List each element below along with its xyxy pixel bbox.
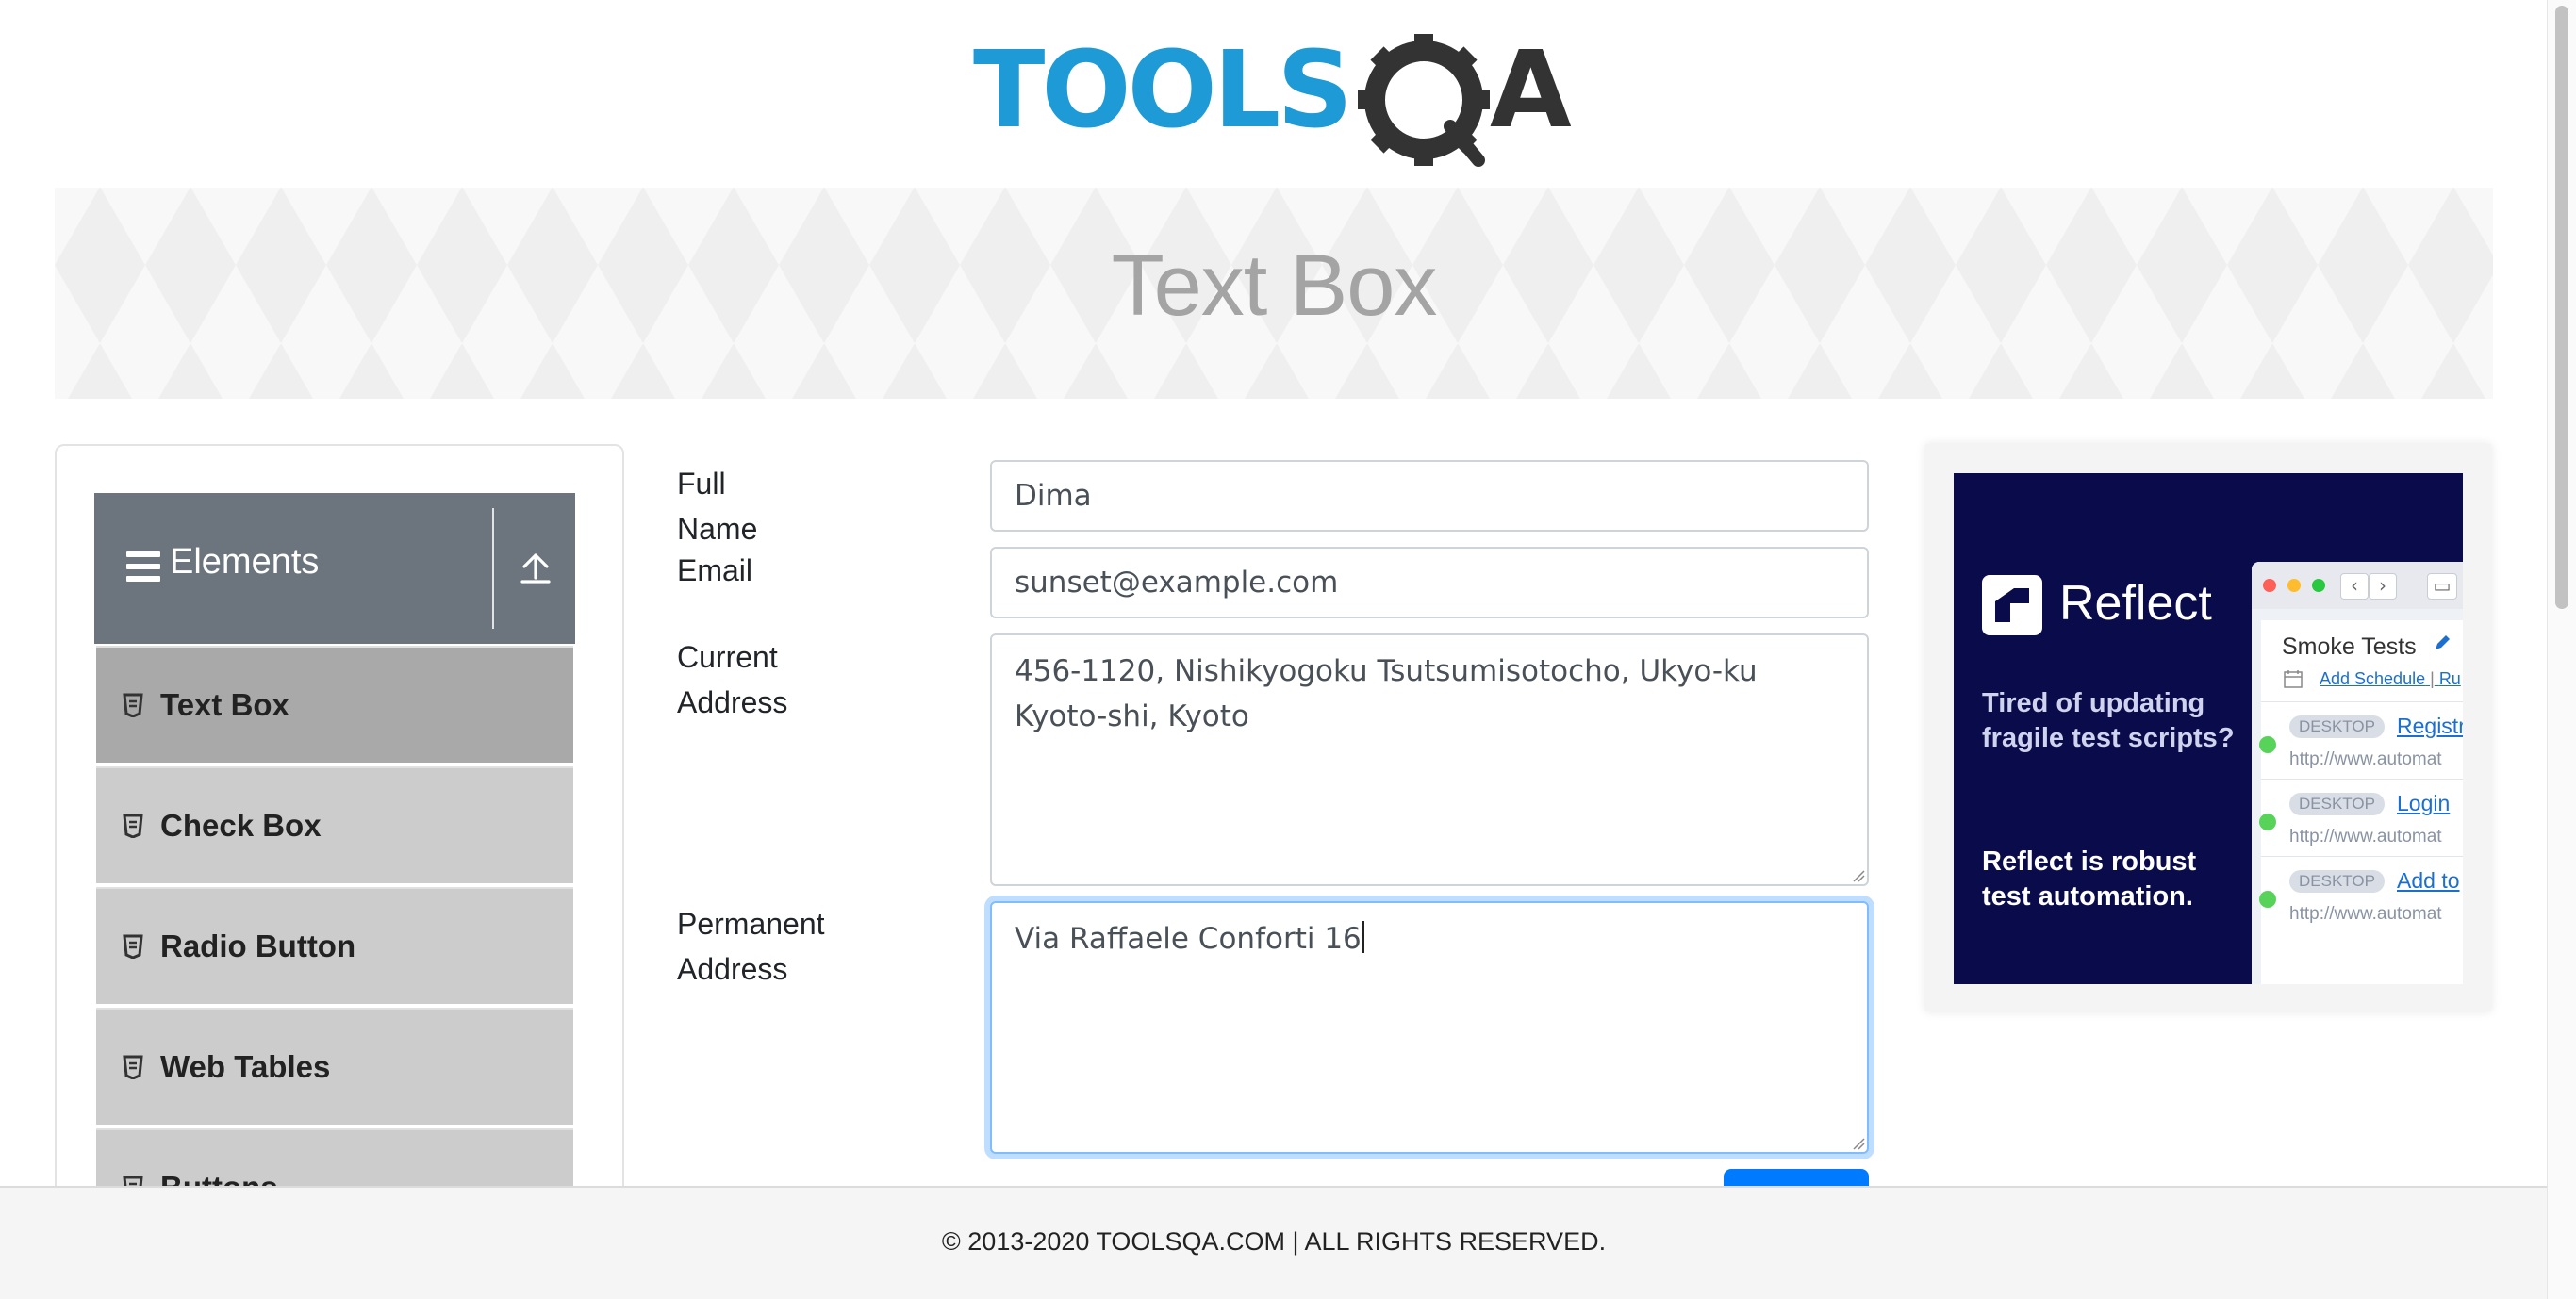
calendar-icon xyxy=(2284,670,2303,688)
sidebar-toggle-icon: ▭ xyxy=(2427,573,2457,600)
resize-handle-icon[interactable] xyxy=(1852,869,1865,882)
browser-titlebar: ‹ › ▭ xyxy=(2252,562,2463,609)
sidebar-item-radio-button[interactable]: Radio Button xyxy=(96,887,573,1004)
toolsqa-logo[interactable]: TOOLS A xyxy=(973,28,1586,170)
logo-text-a: A xyxy=(1490,29,1572,152)
ad-window-title: Smoke Tests xyxy=(2282,633,2417,660)
permanent-address-textarea[interactable]: Via Raffaele Conforti 16 xyxy=(990,901,1869,1154)
current-address-wrapper: 456-1120, Nishikyogoku Tsutsumisotocho, … xyxy=(990,633,1869,886)
document-icon xyxy=(123,814,143,838)
page-banner: Text Box xyxy=(55,188,2493,399)
footer-copyright: © 2013-2020 TOOLSQA.COM | ALL RIGHTS RES… xyxy=(941,1227,1607,1256)
forward-arrow-icon: › xyxy=(2369,573,2397,600)
test-link: Add to xyxy=(2397,868,2460,893)
ad-test-row: DESKTOP Registr http://www.automat xyxy=(2259,701,2463,780)
sidebar-item-web-tables[interactable]: Web Tables xyxy=(96,1008,573,1125)
test-link: Registr xyxy=(2397,714,2463,738)
pencil-icon xyxy=(2436,635,2450,650)
browser-content: Smoke Tests Add Schedule | Ru DESKTOP Re… xyxy=(2259,620,2463,984)
email-label: Email xyxy=(677,553,753,587)
status-dot-icon xyxy=(2259,736,2276,753)
permanent-address-text: Via Raffaele Conforti 16 xyxy=(1015,922,1362,956)
current-address-label: Current Address xyxy=(677,640,788,719)
document-icon xyxy=(123,693,143,717)
current-address-textarea[interactable]: 456-1120, Nishikyogoku Tsutsumisotocho, … xyxy=(990,633,1869,886)
ad-tagline: Reflect is robust test automation. xyxy=(1982,847,2197,912)
test-link: Login xyxy=(2397,791,2451,815)
platform-tag: DESKTOP xyxy=(2289,793,2385,815)
sidebar-item-label: Web Tables xyxy=(160,1049,331,1084)
permanent-address-label: Permanent Address xyxy=(677,907,825,986)
ad-brand-name: Reflect xyxy=(2059,576,2212,631)
platform-tag: DESKTOP xyxy=(2289,870,2385,893)
test-url: http://www.automat xyxy=(2289,827,2442,847)
ad-browser-window: ‹ › ▭ Smoke Tests Add Schedule | Ru DESK… xyxy=(2252,562,2463,984)
reflect-ad[interactable]: Reflect Tired of updating fragile test s… xyxy=(1954,473,2463,984)
ad-test-row: DESKTOP Login http://www.automat xyxy=(2259,779,2463,857)
scrollbar-thumb[interactable] xyxy=(2555,6,2568,609)
sidebar-item-label: Radio Button xyxy=(160,929,356,963)
platform-tag: DESKTOP xyxy=(2289,715,2385,738)
document-icon xyxy=(123,1055,143,1079)
logo-text-tools: TOOLS xyxy=(973,29,1349,152)
test-url: http://www.automat xyxy=(2289,904,2442,924)
page-title: Text Box xyxy=(1111,238,1438,334)
full-name-label: Full Name xyxy=(677,467,758,546)
email-input[interactable]: sunset@example.com xyxy=(990,547,1869,618)
gear-magnifier-icon xyxy=(1358,34,1490,167)
permanent-address-wrapper: Via Raffaele Conforti 16 xyxy=(990,901,1869,1154)
sidebar-item-check-box[interactable]: Check Box xyxy=(96,766,573,883)
reflect-logo-icon xyxy=(1982,575,2042,635)
full-name-input[interactable]: Dima xyxy=(990,460,1869,532)
vertical-scrollbar[interactable] xyxy=(2547,0,2576,1299)
ad-pitch: Tired of updating fragile test scripts? xyxy=(1982,688,2235,753)
document-icon xyxy=(123,934,143,959)
status-dot-icon xyxy=(2259,891,2276,908)
minimize-dot-icon xyxy=(2287,579,2301,592)
hamburger-icon xyxy=(126,551,160,582)
sidebar: Elements Text Box Check Box Radio Button… xyxy=(55,444,624,1299)
maximize-dot-icon xyxy=(2312,579,2325,592)
test-url: http://www.automat xyxy=(2289,749,2442,769)
group-title: Elements xyxy=(170,542,320,582)
back-arrow-icon: ‹ xyxy=(2340,573,2369,600)
ad-schedule-link: Add Schedule | Ru xyxy=(2320,669,2461,688)
page: TOOLS A Text Box Elements Text Box Check… xyxy=(0,0,2548,1299)
resize-handle-icon[interactable] xyxy=(1852,1137,1865,1150)
ad-test-row: DESKTOP Add to http://www.automat xyxy=(2259,856,2463,934)
sidebar-item-label: Text Box xyxy=(160,687,289,722)
elements-group-header[interactable]: Elements xyxy=(94,493,575,644)
upload-arrow-icon[interactable] xyxy=(517,550,554,587)
footer: © 2013-2020 TOOLSQA.COM | ALL RIGHTS RES… xyxy=(0,1186,2548,1299)
close-dot-icon xyxy=(2263,579,2276,592)
text-caret xyxy=(1362,921,1364,953)
sidebar-item-label: Check Box xyxy=(160,808,322,843)
status-dot-icon xyxy=(2259,814,2276,830)
header-divider xyxy=(492,508,494,629)
sidebar-item-text-box[interactable]: Text Box xyxy=(96,646,573,763)
